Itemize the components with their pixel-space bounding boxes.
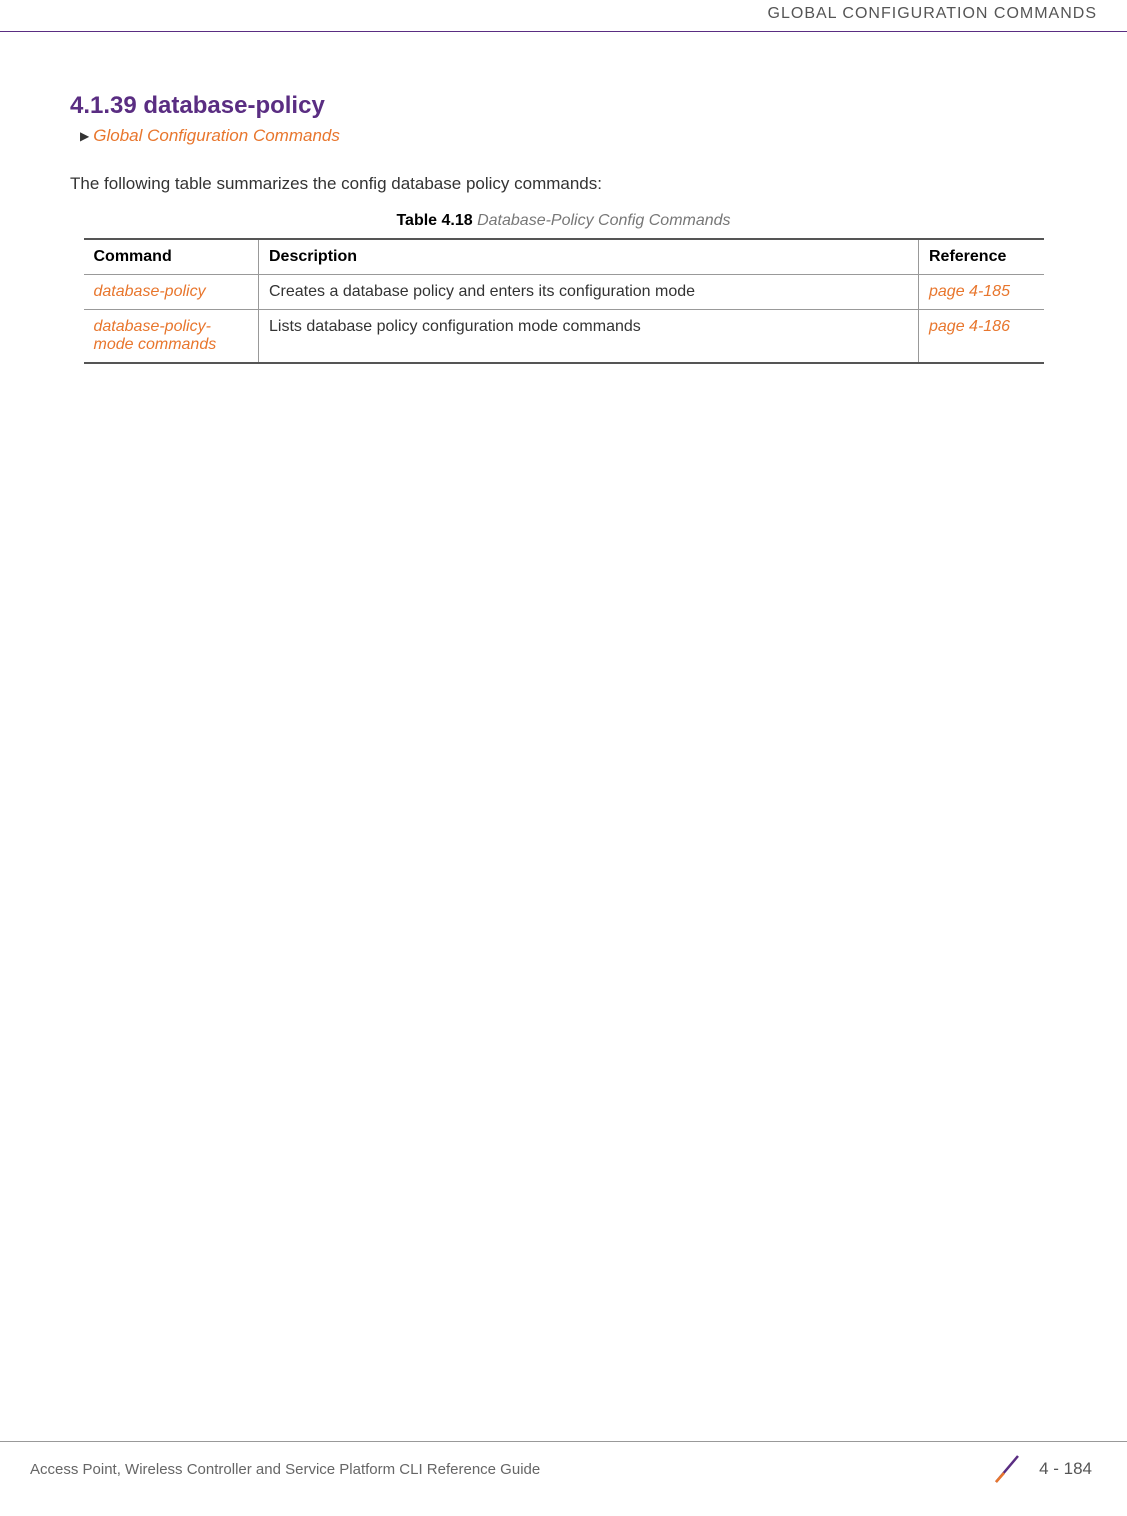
running-head-text: GLOBAL CONFIGURATION COMMANDS: [768, 5, 1097, 22]
cell-description: Creates a database policy and enters its…: [259, 275, 919, 310]
reference-link[interactable]: page 4-185: [929, 283, 1010, 300]
page-footer: Access Point, Wireless Controller and Se…: [0, 1441, 1127, 1486]
footer-guide-title: Access Point, Wireless Controller and Se…: [0, 1461, 990, 1478]
cell-description: Lists database policy configuration mode…: [259, 310, 919, 364]
table-caption: Table 4.18 Database-Policy Config Comman…: [70, 212, 1057, 230]
subheading-row: ▶ Global Configuration Commands: [80, 126, 1057, 146]
footer-right: 4 - 184: [990, 1452, 1127, 1486]
header-description: Description: [259, 239, 919, 275]
cell-command: database-policy-mode commands: [84, 310, 259, 364]
slash-icon: [990, 1452, 1024, 1486]
table-header-row: Command Description Reference: [84, 239, 1044, 275]
table-row: database-policy-mode commands Lists data…: [84, 310, 1044, 364]
table-row: database-policy Creates a database polic…: [84, 275, 1044, 310]
table-caption-title: Database-Policy Config Commands: [477, 212, 730, 229]
page-content: 4.1.39 database-policy ▶ Global Configur…: [0, 32, 1127, 364]
header-command: Command: [84, 239, 259, 275]
table-caption-label: Table 4.18: [396, 212, 472, 229]
header-reference: Reference: [919, 239, 1044, 275]
page-number: 4 - 184: [1039, 1459, 1092, 1479]
section-heading: 4.1.39 database-policy: [70, 92, 1057, 120]
reference-link[interactable]: page 4-186: [929, 318, 1010, 335]
cell-reference: page 4-185: [919, 275, 1044, 310]
running-header: GLOBAL CONFIGURATION COMMANDS: [0, 0, 1127, 32]
command-link[interactable]: database-policy-mode commands: [94, 318, 217, 353]
subheading-link[interactable]: Global Configuration Commands: [93, 126, 340, 146]
arrow-right-icon: ▶: [80, 129, 89, 143]
command-link[interactable]: database-policy: [94, 283, 206, 300]
cell-reference: page 4-186: [919, 310, 1044, 364]
intro-paragraph: The following table summarizes the confi…: [70, 174, 1057, 194]
commands-table: Command Description Reference database-p…: [84, 238, 1044, 364]
cell-command: database-policy: [84, 275, 259, 310]
